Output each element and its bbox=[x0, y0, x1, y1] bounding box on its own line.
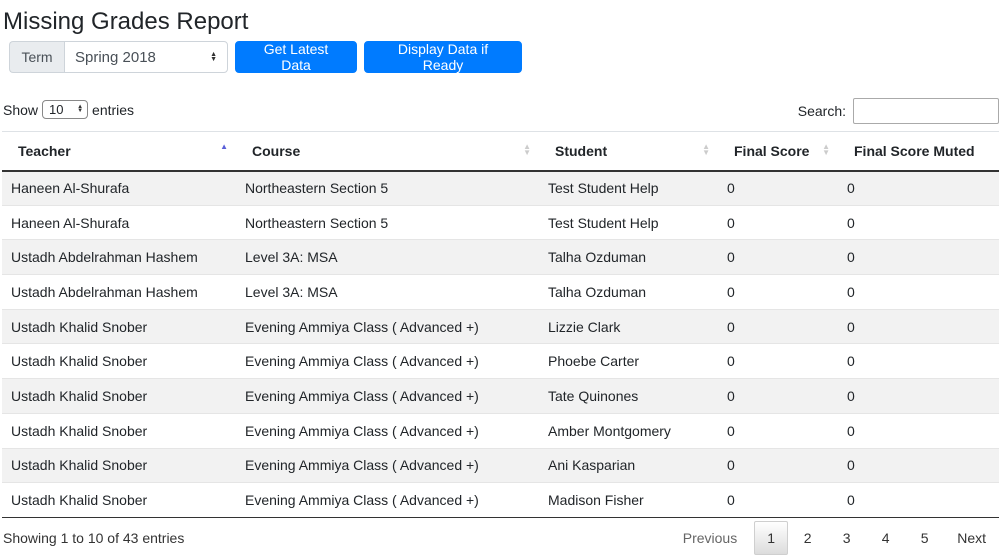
page-button-4[interactable]: 4 bbox=[866, 521, 905, 555]
table-row: Haneen Al-Shurafa Northeastern Section 5T… bbox=[2, 204, 999, 240]
table-cell: Test Student Help bbox=[539, 204, 718, 240]
page-button-2[interactable]: 2 bbox=[788, 521, 827, 555]
grades-table: Teacher ▲ Course ▲ ▼ Student ▲ ▼ Final Sco… bbox=[2, 131, 999, 518]
select-arrows-icon: ▲ ▼ bbox=[77, 104, 84, 114]
table-cell: 0 bbox=[718, 412, 838, 448]
table-cell: Lizzie Clark bbox=[539, 308, 718, 344]
sort-icon: ▲ ▼ bbox=[822, 142, 830, 157]
column-header-final-score[interactable]: Final Score ▲ ▼ bbox=[718, 131, 838, 172]
next-page-button[interactable]: Next bbox=[944, 521, 999, 555]
previous-page-button[interactable]: Previous bbox=[670, 521, 750, 555]
table-cell: Northeastern Section 5 bbox=[236, 170, 539, 206]
page-title: Missing Grades Report bbox=[3, 8, 249, 35]
table-row: Ustadh Khalid Snober Evening Ammiya Class… bbox=[2, 308, 999, 344]
table-cell: 0 bbox=[838, 412, 999, 448]
entries-label: entries bbox=[92, 101, 135, 118]
table-cell: Tate Quinones bbox=[539, 378, 718, 414]
table-cell: Evening Ammiya Class ( Advanced +) bbox=[236, 378, 539, 414]
table-cell: Evening Ammiya Class ( Advanced +) bbox=[236, 447, 539, 483]
term-label: Term bbox=[9, 41, 64, 73]
term-group: Term Spring 2018 ▲ ▼ bbox=[9, 41, 228, 73]
entries-length-control: Show 10 ▲ ▼ entries bbox=[3, 100, 134, 119]
column-header-course[interactable]: Course ▲ ▼ bbox=[236, 131, 539, 172]
table-cell: 0 bbox=[718, 204, 838, 240]
page-button-5[interactable]: 5 bbox=[905, 521, 944, 555]
table-cell: Ani Kasparian bbox=[539, 447, 718, 483]
table-cell: Level 3A: MSA bbox=[236, 239, 539, 275]
table-cell: 0 bbox=[838, 239, 999, 275]
table-cell: 0 bbox=[838, 482, 999, 518]
sort-icon: ▲ ▼ bbox=[702, 142, 710, 157]
table-row: Ustadh Abdelrahman Hashem Level 3A: MSA Ta… bbox=[2, 274, 999, 310]
page-button-1[interactable]: 1 bbox=[754, 521, 789, 555]
table-cell: Test Student Help bbox=[539, 170, 718, 206]
page-button-3[interactable]: 3 bbox=[827, 521, 866, 555]
table-cell: 0 bbox=[718, 239, 838, 275]
sort-ascending-icon: ▲ bbox=[220, 142, 228, 151]
table-cell: Ustadh Abdelrahman Hashem bbox=[2, 274, 236, 310]
table-cell: 0 bbox=[718, 447, 838, 483]
table-cell: 0 bbox=[718, 343, 838, 379]
table-cell: Talha Ozduman bbox=[539, 239, 718, 275]
table-cell: 0 bbox=[838, 447, 999, 483]
term-select[interactable]: Spring 2018 ▲ ▼ bbox=[64, 41, 228, 73]
table-cell: 0 bbox=[838, 170, 999, 206]
table-cell: Talha Ozduman bbox=[539, 274, 718, 310]
table-cell: 0 bbox=[718, 378, 838, 414]
display-data-button[interactable]: Display Data if Ready bbox=[364, 41, 522, 73]
entries-select[interactable]: 10 ▲ ▼ bbox=[42, 100, 89, 119]
get-latest-data-button[interactable]: Get Latest Data bbox=[235, 41, 357, 73]
table-row: Ustadh Khalid Snober Evening Ammiya Class… bbox=[2, 378, 999, 414]
table-cell: 0 bbox=[838, 204, 999, 240]
table-cell: Ustadh Khalid Snober bbox=[2, 308, 236, 344]
column-header-final-score-muted[interactable]: Final Score Muted bbox=[838, 131, 999, 172]
table-row: Ustadh Khalid Snober Evening Ammiya Class… bbox=[2, 343, 999, 379]
table-cell: 0 bbox=[718, 482, 838, 518]
pagination: Previous 1 2 3 4 5 Next bbox=[670, 521, 999, 555]
table-cell: 0 bbox=[718, 308, 838, 344]
column-header-teacher[interactable]: Teacher ▲ bbox=[2, 131, 236, 172]
table-cell: Ustadh Abdelrahman Hashem bbox=[2, 239, 236, 275]
table-cell: Haneen Al-Shurafa bbox=[2, 170, 236, 206]
entries-select-value: 10 bbox=[49, 102, 64, 117]
table-cell: 0 bbox=[838, 308, 999, 344]
table-cell: Level 3A: MSA bbox=[236, 274, 539, 310]
table-cell: 0 bbox=[838, 343, 999, 379]
sort-icon: ▲ ▼ bbox=[523, 142, 531, 157]
table-cell: Phoebe Carter bbox=[539, 343, 718, 379]
term-select-value: Spring 2018 bbox=[75, 48, 156, 66]
table-cell: Ustadh Khalid Snober bbox=[2, 378, 236, 414]
table-cell: Evening Ammiya Class ( Advanced +) bbox=[236, 482, 539, 518]
table-cell: Ustadh Khalid Snober bbox=[2, 482, 236, 518]
table-cell: 0 bbox=[718, 170, 838, 206]
table-cell: Ustadh Khalid Snober bbox=[2, 412, 236, 448]
table-cell: 0 bbox=[838, 274, 999, 310]
table-cell: Madison Fisher bbox=[539, 482, 718, 518]
table-body: Haneen Al-Shurafa Northeastern Section 5T… bbox=[2, 170, 999, 518]
table-cell: Evening Ammiya Class ( Advanced +) bbox=[236, 308, 539, 344]
table-cell: 0 bbox=[718, 274, 838, 310]
table-cell: Amber Montgomery bbox=[539, 412, 718, 448]
table-row: Ustadh Khalid Snober Evening Ammiya Class… bbox=[2, 412, 999, 448]
table-row: Ustadh Abdelrahman Hashem Level 3A: MSA Ta… bbox=[2, 239, 999, 275]
show-label: Show bbox=[3, 101, 39, 118]
table-cell: Evening Ammiya Class ( Advanced +) bbox=[236, 412, 539, 448]
table-row: Ustadh Khalid Snober Evening Ammiya Class… bbox=[2, 482, 999, 518]
table-cell: Haneen Al-Shurafa bbox=[2, 204, 236, 240]
toolbar: Term Spring 2018 ▲ ▼ Get Latest Data Disp… bbox=[9, 41, 522, 73]
table-row: Ustadh Khalid Snober Evening Ammiya Class… bbox=[2, 447, 999, 483]
table-cell: Northeastern Section 5 bbox=[236, 204, 539, 240]
search-label: Search: bbox=[797, 103, 846, 119]
table-header-row: Teacher ▲ Course ▲ ▼ Student ▲ ▼ Final Sco… bbox=[2, 131, 999, 172]
table-cell: Evening Ammiya Class ( Advanced +) bbox=[236, 343, 539, 379]
select-arrows-icon: ▲ ▼ bbox=[210, 51, 217, 63]
search-control: Search: bbox=[798, 98, 999, 124]
table-cell: Ustadh Khalid Snober bbox=[2, 343, 236, 379]
column-header-student[interactable]: Student ▲ ▼ bbox=[539, 131, 718, 172]
table-row: Haneen Al-Shurafa Northeastern Section 5T… bbox=[2, 170, 999, 206]
table-cell: Ustadh Khalid Snober bbox=[2, 447, 236, 483]
table-cell: 0 bbox=[838, 378, 999, 414]
table-info: Showing 1 to 10 of 43 entries bbox=[3, 530, 185, 546]
search-input[interactable] bbox=[853, 98, 999, 124]
